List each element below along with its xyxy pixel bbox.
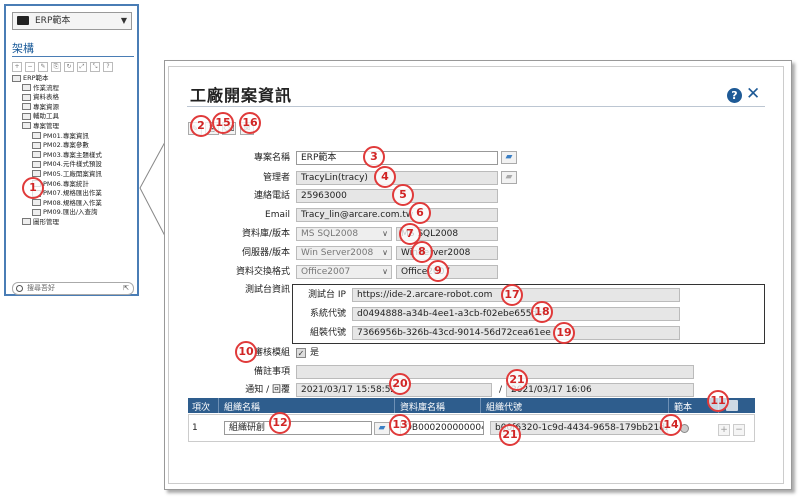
- row-index: 1: [192, 423, 198, 433]
- callout-badge-12: 12: [269, 412, 291, 434]
- folder-open-icon: ▰: [501, 171, 517, 184]
- callout-badge-8: 8: [411, 241, 433, 263]
- callout-badge-14: 14: [660, 414, 682, 436]
- org-name-field[interactable]: 組織研創: [224, 421, 372, 435]
- chevron-down-icon: ∨: [382, 267, 388, 276]
- server-select-value: Win Server2008: [301, 248, 374, 258]
- db-select-value: MS SQL2008: [301, 229, 359, 239]
- email-field[interactable]: Tracy_lin@arcare.com.tw: [296, 208, 498, 222]
- reply-field: 2021/03/17 16:06: [506, 383, 694, 397]
- audit-module-checkbox[interactable]: ✓: [296, 348, 306, 358]
- slash-separator: /: [498, 385, 502, 395]
- project-name-label: 專案名稱: [253, 153, 290, 163]
- callout-badge-5: 5: [392, 184, 414, 206]
- test-ip-label: 測試台 IP: [308, 290, 346, 300]
- callout-badge-3: 3: [363, 146, 385, 168]
- chevron-down-icon: ∨: [382, 248, 388, 257]
- note-field[interactable]: [296, 365, 694, 379]
- remove-row-icon[interactable]: −: [733, 424, 745, 436]
- system-code-label: 系統代號: [309, 309, 346, 319]
- callout-badge-2: 2: [190, 115, 212, 137]
- db-name-field[interactable]: DB000200000004: [400, 421, 484, 435]
- callout-badge-20: 20: [389, 373, 411, 395]
- callout-badge-16: 16: [239, 112, 261, 134]
- chevron-down-icon: ∨: [382, 229, 388, 238]
- callout-badge-4: 4: [374, 166, 396, 188]
- col-header-db-name: 資料庫名稱: [400, 403, 446, 413]
- callout-badge-10: 10: [235, 341, 257, 363]
- email-label: Email: [265, 210, 290, 220]
- db-version-label: 資料庫/版本: [241, 229, 290, 239]
- manager-field: TracyLin(tracy): [296, 171, 498, 185]
- add-row-icon[interactable]: +: [718, 424, 730, 436]
- callout-badge-11: 11: [707, 390, 729, 412]
- test-info-label: 測試台資訊: [244, 285, 290, 295]
- group-code-field[interactable]: 7366956b-326b-43cd-9014-56d72cea61ee: [352, 326, 680, 340]
- folder-open-icon[interactable]: ▰: [501, 151, 517, 164]
- server-version-select[interactable]: Win Server2008 ∨: [296, 246, 392, 260]
- group-code-label: 組裝代號: [309, 328, 346, 338]
- title-divider: [187, 106, 765, 107]
- manager-label: 管理者: [262, 173, 290, 183]
- exchange-select-value: Office2007: [301, 267, 351, 277]
- col-header-template: 範本: [674, 403, 693, 413]
- callout-badge-1: 1: [22, 177, 44, 199]
- note-label: 備註事項: [253, 367, 290, 377]
- notify-reply-label: 通知 / 回覆: [245, 385, 290, 395]
- folder-open-icon[interactable]: ▰: [374, 422, 390, 435]
- callout-badge-18: 18: [531, 301, 553, 323]
- project-name-field[interactable]: ERP範本: [296, 151, 498, 165]
- callout-badge-15: 15: [212, 112, 234, 134]
- db-version-select[interactable]: MS SQL2008 ∨: [296, 227, 392, 241]
- audit-yes-label: 是: [310, 348, 320, 358]
- col-header-org-code: 組織代號: [486, 403, 523, 413]
- help-icon[interactable]: ?: [727, 88, 742, 103]
- phone-label: 連絡電話: [253, 191, 290, 201]
- callout-badge-21: 21: [506, 369, 528, 391]
- callout-badge-9: 9: [427, 260, 449, 282]
- callout-badge-21b: 21: [499, 424, 521, 446]
- table-header: 項次 組織名稱 資料庫名稱 組織代號 範本: [188, 398, 755, 413]
- callout-badge-13: 13: [389, 414, 411, 436]
- server-version-label: 伺服器/版本: [241, 248, 290, 258]
- exchange-format-label: 資料交換格式: [235, 267, 290, 277]
- callout-badge-17: 17: [501, 284, 523, 306]
- callout-badge-6: 6: [409, 202, 431, 224]
- page-title: 工廠開案資訊: [190, 86, 293, 105]
- system-code-field[interactable]: d0494888-a34b-4ee1-a3cb-f02ebe655dcf: [352, 307, 680, 321]
- close-icon[interactable]: ✕: [746, 84, 760, 104]
- col-header-org-name: 組織名稱: [224, 403, 261, 413]
- callout-badge-19: 19: [553, 322, 575, 344]
- col-header-index: 項次: [192, 403, 211, 413]
- exchange-format-select[interactable]: Office2007 ∨: [296, 265, 392, 279]
